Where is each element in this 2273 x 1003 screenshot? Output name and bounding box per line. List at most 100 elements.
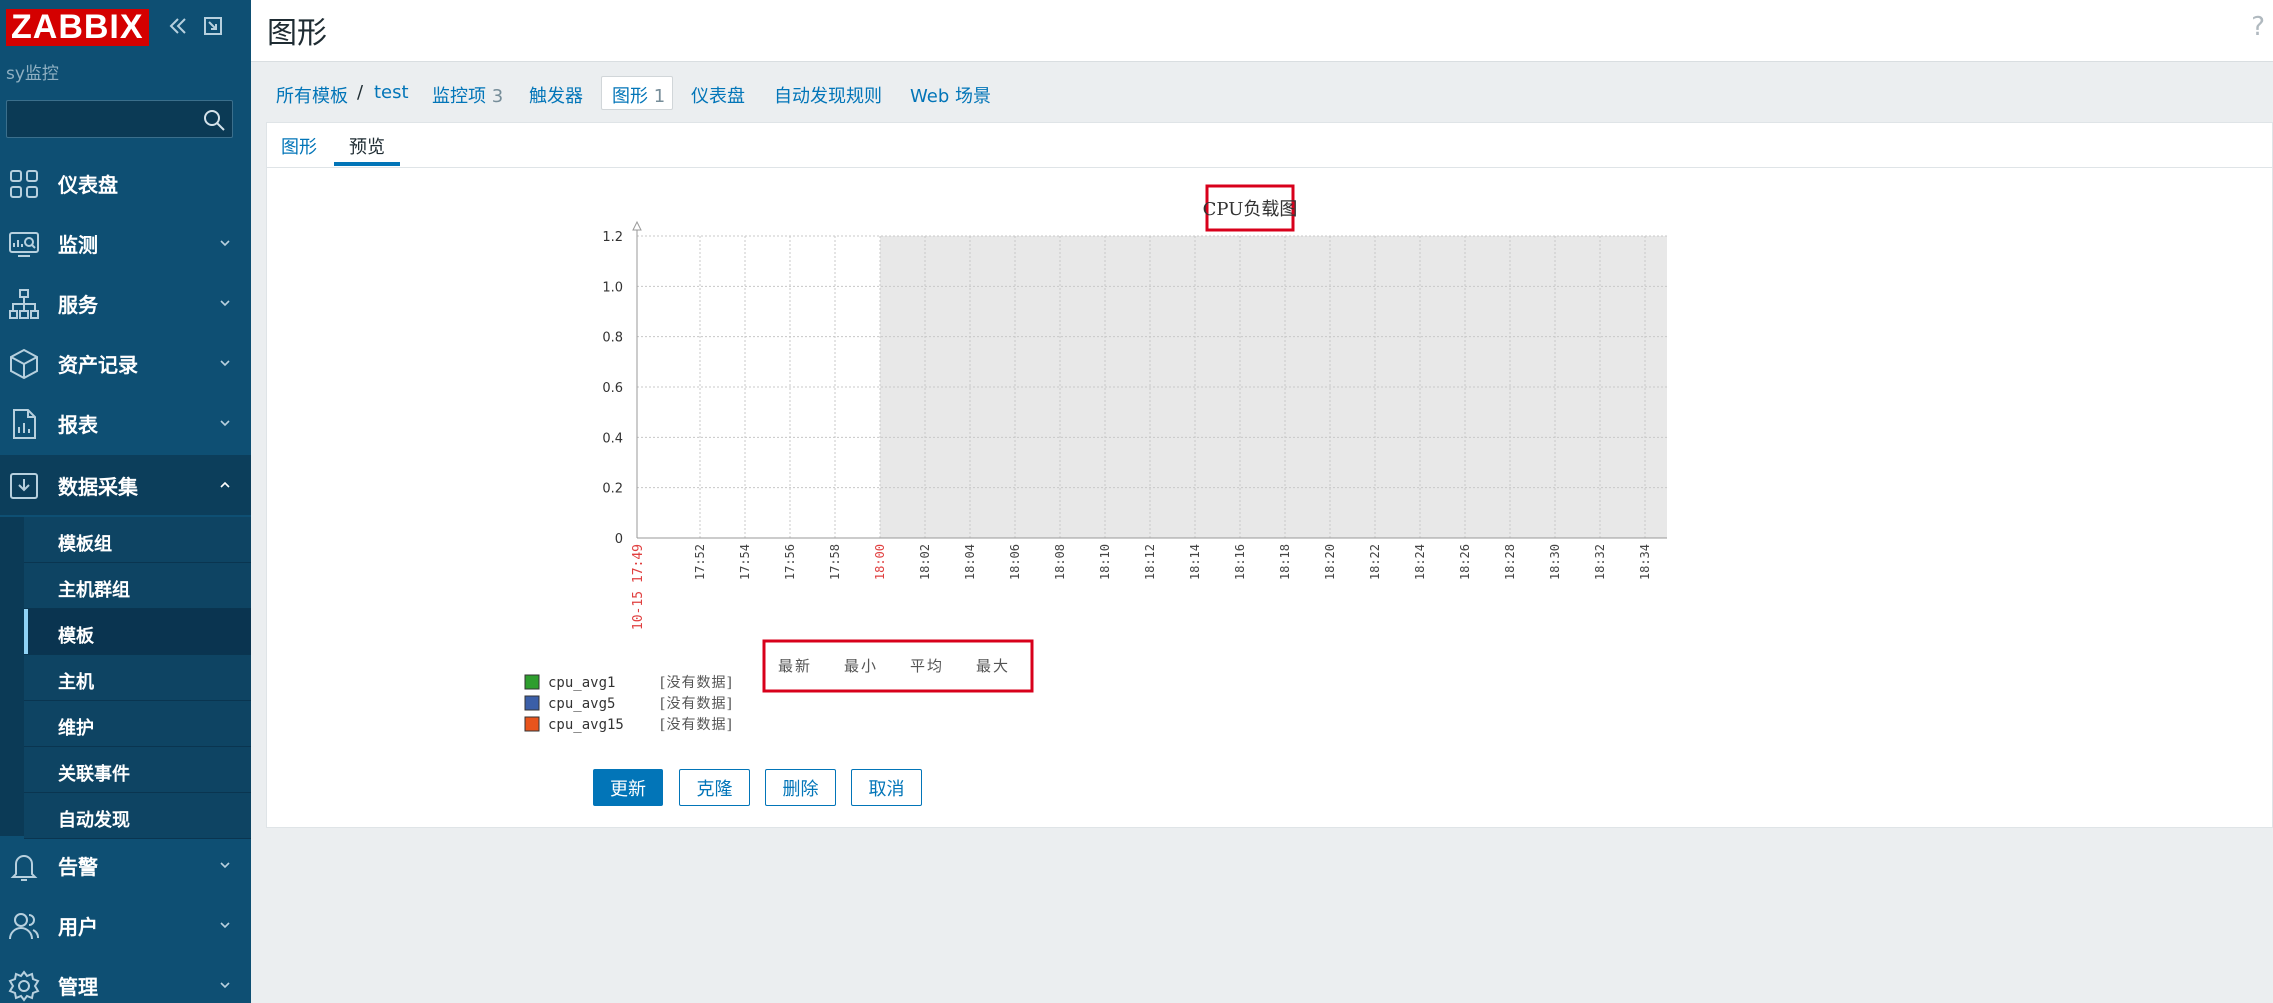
x-tick-label: 17:52 — [693, 544, 707, 580]
services-icon — [9, 289, 39, 319]
dashboard-icon — [10, 170, 38, 198]
y-tick-label: 1.0 — [602, 280, 623, 295]
chevron-down-icon — [220, 922, 230, 929]
legend-column-header: 最小 — [844, 657, 878, 675]
x-tick-label: 18:10 — [1098, 544, 1112, 580]
y-tick-label: 0 — [615, 532, 623, 547]
menu-users[interactable]: 用户 — [0, 895, 251, 955]
menu-label: 数据采集 — [58, 474, 138, 499]
menu-alerts[interactable]: 告警 — [0, 835, 251, 895]
clone-button[interactable]: 克隆 — [679, 769, 750, 806]
submenu-label: 模板 — [58, 626, 94, 647]
legend-series-status: [没有数据] — [660, 696, 733, 712]
submenu-host-groups[interactable]: 主机群组 — [24, 563, 251, 609]
x-tick-label: 17:54 — [738, 544, 752, 580]
y-tick-label: 1.2 — [602, 230, 623, 245]
x-tick-label: 17:56 — [783, 544, 797, 580]
legend-column-header: 最大 — [976, 657, 1010, 675]
kiosk-mode-icon[interactable] — [201, 14, 225, 38]
x-tick-label: 18:24 — [1413, 544, 1427, 580]
submenu-discovery[interactable]: 自动发现 — [24, 793, 251, 839]
menu-label: 监测 — [58, 232, 98, 257]
items-count: 3 — [491, 86, 504, 107]
y-tick-label: 0.6 — [602, 381, 623, 396]
content-panel: 图形 预览 0 0.2 0.4 0.6 0.8 1.0 1.2 17:52 17:54 17:56… — [266, 122, 2273, 828]
reports-icon — [13, 409, 36, 439]
menu-label: 管理 — [58, 974, 98, 999]
menu-monitoring[interactable]: 监测 — [0, 213, 251, 273]
submenu-label: 维护 — [58, 718, 94, 739]
inventory-icon — [10, 348, 38, 380]
x-tick-label: 18:04 — [963, 544, 977, 580]
legend-swatch — [524, 695, 540, 711]
tab-graphs[interactable]: 图形 1 — [612, 82, 665, 108]
x-tick-label: 18:18 — [1278, 544, 1292, 580]
cancel-button[interactable]: 取消 — [851, 769, 922, 806]
tab-items-label: 监控项 — [432, 86, 486, 107]
submenu-label: 自动发现 — [58, 810, 130, 831]
page-header: 图形 ? — [251, 0, 2273, 62]
menu-services[interactable]: 服务 — [0, 273, 251, 333]
breadcrumb-all-templates[interactable]: 所有模板 — [276, 82, 348, 108]
sidebar-search-input[interactable] — [6, 100, 233, 138]
submenu-templates[interactable]: 模板 — [24, 609, 251, 655]
chevron-down-icon — [220, 862, 230, 869]
data-collection-submenu: 模板组 主机群组 模板 主机 维护 关联事件 自动发现 — [0, 517, 251, 839]
tab-dashboards[interactable]: 仪表盘 — [691, 82, 745, 108]
x-tick-label: 18:28 — [1503, 544, 1517, 580]
x-tick-label: 18:00 — [873, 544, 887, 580]
legend-series-name: cpu_avg15 — [548, 717, 624, 733]
menu-inventory[interactable]: 资产记录 — [0, 333, 251, 393]
menu-label: 用户 — [58, 914, 98, 939]
sidebar: ZABBIX sy监控 仪表盘 监测 服务 资产记录 报表 数据采集 模板组 主… — [0, 0, 251, 1003]
collapse-sidebar-icon[interactable] — [166, 14, 190, 38]
zabbix-logo[interactable]: ZABBIX — [6, 9, 149, 46]
update-button[interactable]: 更新 — [593, 769, 663, 806]
x-tick-label: 18:26 — [1458, 544, 1472, 580]
chevron-up-icon — [220, 481, 230, 488]
tab-web-scenarios[interactable]: Web 场景 — [910, 82, 991, 108]
x-tick-label: 18:08 — [1053, 544, 1067, 580]
help-icon[interactable]: ? — [2251, 12, 2265, 42]
chevron-down-icon — [220, 240, 230, 247]
menu-administration[interactable]: 管理 — [0, 955, 251, 1003]
chevron-down-icon — [220, 420, 230, 427]
submenu-label: 主机 — [58, 672, 94, 693]
tab-triggers[interactable]: 触发器 — [529, 82, 583, 108]
search-icon[interactable] — [202, 108, 226, 132]
legend-series-name: cpu_avg1 — [548, 675, 615, 691]
chevron-down-icon — [220, 982, 230, 989]
breadcrumb-template[interactable]: test — [374, 82, 409, 103]
menu-data-collection[interactable]: 数据采集 — [0, 455, 251, 515]
submenu-label: 主机群组 — [58, 580, 130, 601]
menu-reports[interactable]: 报表 — [0, 393, 251, 453]
graph-preview: 0 0.2 0.4 0.6 0.8 1.0 1.2 17:52 17:54 17:56 17:58 1… — [524, 184, 1667, 733]
submenu-label: 模板组 — [58, 534, 112, 555]
menu-dashboard[interactable]: 仪表盘 — [0, 153, 251, 213]
bell-icon — [10, 855, 38, 881]
legend-column-header: 平均 — [910, 657, 944, 675]
chevron-down-icon — [220, 360, 230, 367]
tab-items[interactable]: 监控项 3 — [432, 82, 503, 108]
x-tick-label: 18:34 — [1638, 544, 1652, 580]
data-collection-icon — [10, 473, 38, 499]
menu-label: 服务 — [58, 292, 98, 317]
y-tick-label: 0.2 — [602, 482, 623, 497]
x-tick-label: 18:30 — [1548, 544, 1562, 580]
x-tick-label: 17:58 — [828, 544, 842, 580]
monitoring-icon — [9, 232, 39, 257]
server-name: sy监控 — [6, 64, 59, 84]
submenu-hosts[interactable]: 主机 — [24, 655, 251, 701]
submenu-template-groups[interactable]: 模板组 — [24, 517, 251, 563]
chart-title: CPU负载图 — [1203, 199, 1298, 220]
x-tick-label: 18:12 — [1143, 544, 1157, 580]
breadcrumb-separator: / — [357, 82, 364, 103]
delete-button[interactable]: 删除 — [765, 769, 836, 806]
x-tick-label: 18:06 — [1008, 544, 1022, 580]
submenu-maintenance[interactable]: 维护 — [24, 701, 251, 747]
graphs-count: 1 — [653, 86, 666, 107]
page-title: 图形 — [267, 16, 327, 51]
tab-discovery-rules[interactable]: 自动发现规则 — [774, 82, 882, 108]
submenu-event-correlation[interactable]: 关联事件 — [24, 747, 251, 793]
legend-swatch — [524, 674, 540, 690]
